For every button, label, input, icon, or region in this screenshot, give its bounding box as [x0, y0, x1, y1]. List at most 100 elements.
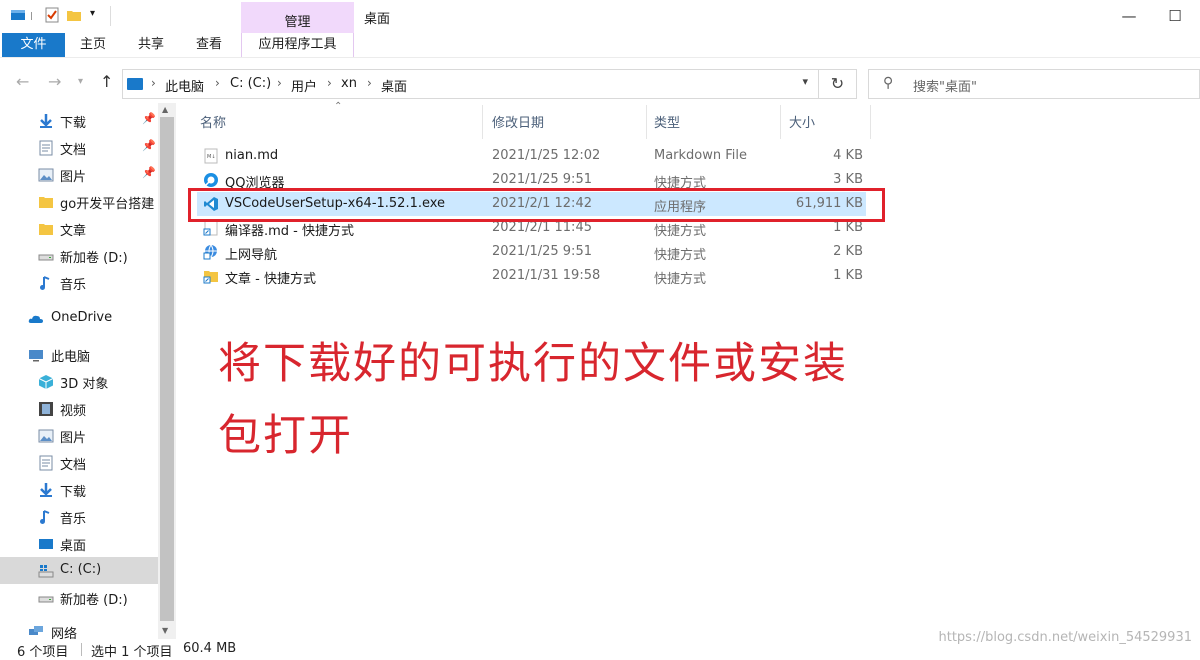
watermark: https://blog.csdn.net/weixin_54529931 — [938, 630, 1192, 645]
tab-home[interactable]: 主页 — [80, 33, 106, 57]
breadcrumb-this-pc[interactable]: 此电脑 — [165, 76, 204, 95]
tab-view[interactable]: 查看 — [196, 33, 222, 57]
forward-arrow-icon[interactable]: → — [48, 72, 61, 91]
sidebar-item-label: 音乐 — [60, 512, 87, 527]
sidebar-item-3d-objects[interactable]: 3D 对象 — [0, 368, 158, 395]
sidebar-item-videos[interactable]: 视频 — [0, 395, 158, 422]
customize-toolbar-chevron-icon[interactable]: ▾ — [90, 8, 95, 19]
sidebar-item-articles[interactable]: 文章 — [0, 215, 158, 242]
breadcrumb-separator[interactable]: › — [327, 76, 332, 90]
sidebar-item-documents-pc[interactable]: 文档 — [0, 449, 158, 476]
explorer-app-icon[interactable] — [10, 7, 26, 23]
document-icon — [39, 455, 53, 471]
back-arrow-icon[interactable]: ← — [16, 72, 29, 91]
file-size: 2 KB — [833, 244, 863, 259]
column-divider[interactable] — [482, 105, 483, 139]
sidebar-item-label: 视频 — [60, 404, 87, 419]
breadcrumb-c-drive[interactable]: C: (C:) — [230, 76, 271, 91]
column-header-date[interactable]: 修改日期 — [492, 112, 544, 131]
new-folder-icon[interactable] — [66, 7, 82, 23]
qq-browser-icon — [204, 173, 218, 187]
sidebar-item-onedrive[interactable]: OneDrive — [0, 305, 158, 332]
address-row: ← → ▾ ↑ › 此电脑 › C: (C:) › 用户 › xn › 桌面 ▾… — [0, 57, 1200, 103]
table-row[interactable]: 文章 - 快捷方式 2021/1/31 19:58 快捷方式 1 KB — [197, 264, 866, 288]
breadcrumb-xn[interactable]: xn — [341, 76, 357, 91]
tab-file[interactable]: 文件 — [2, 33, 65, 57]
file-name: 文章 - 快捷方式 — [225, 272, 316, 287]
sidebar-item-downloads[interactable]: 下载 📌 — [0, 107, 158, 134]
scroll-up-arrow-icon[interactable]: ▲ — [162, 105, 168, 114]
column-divider[interactable] — [646, 105, 647, 139]
sidebar-item-desktop[interactable]: 桌面 — [0, 530, 158, 557]
file-name: nian.md — [225, 148, 279, 163]
column-divider[interactable] — [870, 105, 871, 139]
desktop-icon — [39, 539, 53, 549]
picture-icon — [38, 168, 54, 182]
minimize-icon[interactable]: — — [1106, 0, 1152, 33]
search-icon: ⚲ — [883, 75, 894, 91]
breadcrumb-users[interactable]: 用户 — [291, 76, 317, 95]
pin-icon[interactable]: 📌 — [142, 139, 156, 152]
document-icon — [39, 140, 53, 156]
file-type: Markdown File — [654, 148, 748, 163]
sort-ascending-icon: ⌃ — [334, 101, 343, 112]
properties-check-icon[interactable] — [44, 7, 60, 23]
annotation-line-2: 包打开 — [218, 411, 353, 461]
sidebar-item-label: 文档 — [60, 458, 87, 473]
file-date: 2021/1/25 12:02 — [492, 148, 601, 163]
sidebar-item-go-dev[interactable]: go开发平台搭建 — [0, 188, 158, 215]
address-bar[interactable]: › 此电脑 › C: (C:) › 用户 › xn › 桌面 ▾ — [122, 69, 819, 99]
context-group-label: 管理 — [284, 15, 311, 30]
sidebar-item-pictures[interactable]: 图片 📌 — [0, 161, 158, 188]
sidebar-scrollbar[interactable]: ▲ ▼ — [158, 103, 176, 639]
sidebar-item-music-pc[interactable]: 音乐 — [0, 503, 158, 530]
refresh-icon[interactable]: ↻ — [819, 69, 857, 99]
file-size: 1 KB — [833, 220, 863, 235]
column-divider[interactable] — [780, 105, 781, 139]
music-note-icon — [40, 510, 50, 524]
annotation-line-1: 将下载好的可执行的文件或安装 — [218, 339, 848, 389]
breadcrumb-separator[interactable]: › — [277, 76, 282, 90]
sidebar-item-label: 新加卷 (D:) — [60, 251, 128, 266]
tab-share[interactable]: 共享 — [138, 33, 164, 57]
recent-locations-chevron-icon[interactable]: ▾ — [78, 76, 83, 87]
table-row[interactable]: M↓ nian.md 2021/1/25 12:02 Markdown File… — [197, 144, 866, 168]
pin-icon[interactable]: 📌 — [142, 166, 156, 179]
navigation-pane: 下载 📌 文档 📌 图片 📌 go开发平台搭建 文章 新加卷 (D:) 音乐 O… — [0, 103, 178, 642]
breadcrumb-separator[interactable]: › — [151, 76, 156, 90]
table-row[interactable]: 上网导航 2021/1/25 9:51 快捷方式 2 KB — [197, 240, 866, 264]
sidebar-item-documents[interactable]: 文档 📌 — [0, 134, 158, 161]
address-history-chevron-icon[interactable]: ▾ — [802, 75, 808, 88]
sidebar-item-drive-d-pc[interactable]: 新加卷 (D:) — [0, 584, 158, 611]
scroll-down-arrow-icon[interactable]: ▼ — [162, 626, 168, 635]
sidebar-item-drive-c[interactable]: C: (C:) — [0, 557, 158, 584]
this-pc-icon — [127, 78, 143, 90]
sidebar-item-music[interactable]: 音乐 — [0, 269, 158, 296]
sidebar-item-downloads-pc[interactable]: 下载 — [0, 476, 158, 503]
file-name: 编译器.md - 快捷方式 — [225, 224, 355, 239]
column-header-name[interactable]: 名称 — [200, 112, 226, 131]
status-divider — [81, 643, 82, 656]
sidebar-item-label: OneDrive — [51, 310, 113, 325]
breadcrumb-desktop[interactable]: 桌面 — [381, 76, 407, 95]
sidebar-item-label: 音乐 — [60, 278, 87, 293]
search-input[interactable]: ⚲ 搜索"桌面" — [868, 69, 1200, 99]
up-arrow-icon[interactable]: ↑ — [100, 72, 113, 91]
film-icon — [39, 402, 53, 416]
file-size: 1 KB — [833, 268, 863, 283]
file-size: 4 KB — [833, 148, 863, 163]
sidebar-item-pictures-pc[interactable]: 图片 — [0, 422, 158, 449]
tab-application-tools[interactable]: 应用程序工具 — [241, 33, 354, 57]
column-header-type[interactable]: 类型 — [654, 112, 680, 131]
column-header-size[interactable]: 大小 — [789, 112, 815, 131]
breadcrumb-separator[interactable]: › — [367, 76, 372, 90]
sidebar-item-label: 此电脑 — [51, 350, 91, 365]
maximize-icon[interactable]: ☐ — [1152, 0, 1198, 33]
file-list: ⌃ 名称 修改日期 类型 大小 M↓ nian.md 2021/1/25 12:… — [178, 101, 1200, 639]
scrollbar-thumb[interactable] — [160, 117, 174, 621]
pin-icon[interactable]: 📌 — [142, 112, 156, 125]
sidebar-item-drive-d[interactable]: 新加卷 (D:) — [0, 242, 158, 269]
breadcrumb-separator[interactable]: › — [215, 76, 220, 90]
sidebar-item-this-pc[interactable]: 此电脑 — [0, 341, 158, 368]
title-bar: | ▾ 管理 桌面 — ☐ — [0, 0, 1200, 33]
